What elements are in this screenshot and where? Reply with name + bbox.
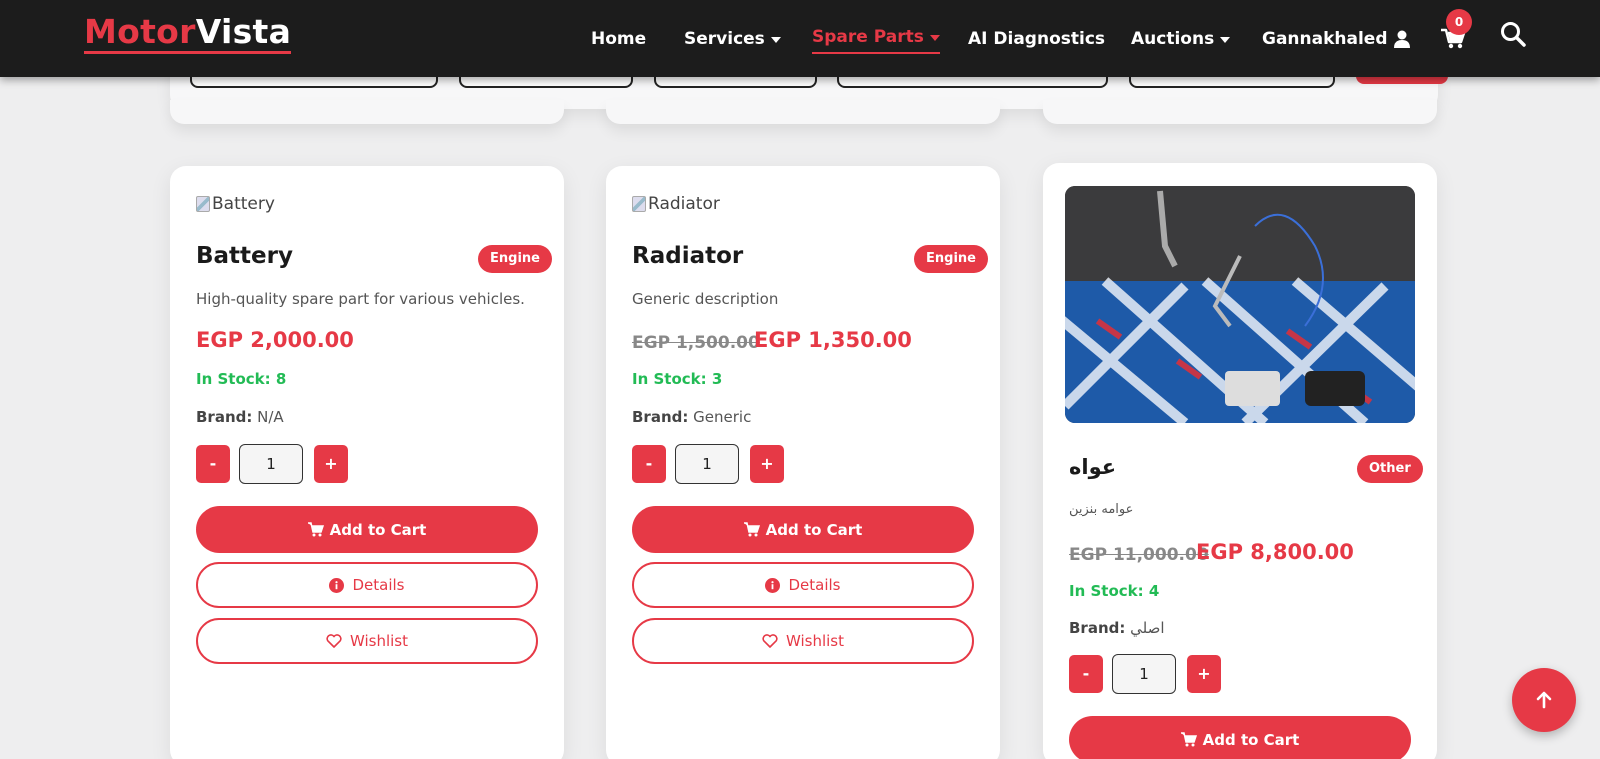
quantity-input[interactable] (1112, 654, 1176, 694)
site-logo[interactable]: MotorVista (84, 12, 292, 54)
product-image-alt: Radiator (648, 194, 720, 214)
top-navbar: MotorVista Home Services Spare Parts AI … (0, 0, 1600, 77)
original-price: EGP 1,500.00 (632, 333, 760, 353)
nav-spare-parts-label: Spare Parts (812, 27, 924, 47)
cart-count-badge: 0 (1446, 9, 1472, 35)
nav-ai-diagnostics-label: AI Diagnostics (968, 29, 1106, 49)
caret-down-icon (1220, 37, 1231, 43)
category-badge: Engine (914, 245, 988, 273)
nav-user[interactable]: Gannakhaled (1262, 24, 1410, 54)
quantity-input[interactable] (239, 444, 303, 484)
heart-icon (326, 634, 342, 648)
details-button[interactable]: Details (196, 562, 538, 608)
product-brand: Brand: اصلي (1069, 619, 1165, 637)
stock-status: In Stock: 8 (196, 370, 287, 388)
quantity-increase-button[interactable]: + (314, 445, 348, 483)
nav-ai-diagnostics[interactable]: AI Diagnostics (968, 24, 1105, 54)
add-to-cart-button[interactable]: Add to Cart (632, 506, 974, 553)
brand-label: Brand: (196, 408, 253, 426)
product-price: EGP 2,000.00 (196, 328, 354, 352)
nav-auctions-label: Auctions (1131, 29, 1215, 49)
product-image: Battery (196, 194, 275, 214)
wishlist-label: Wishlist (349, 632, 409, 650)
product-price: EGP 8,800.00 (1196, 540, 1354, 564)
wishlist-button[interactable]: Wishlist (196, 618, 538, 664)
nav-home-label: Home (591, 29, 647, 49)
add-to-cart-button[interactable]: Add to Cart (196, 506, 538, 553)
user-icon (1393, 30, 1410, 48)
details-label: Details (352, 576, 405, 594)
logo-part-motor: Motor (84, 12, 196, 51)
product-image-alt: Battery (212, 194, 275, 214)
add-to-cart-label: Add to Cart (329, 520, 427, 539)
product-brand: Brand: N/A (196, 408, 284, 426)
quantity-decrease-button[interactable]: - (1069, 655, 1103, 693)
shopping-cart-icon (743, 522, 760, 537)
broken-image-icon (196, 196, 210, 212)
caret-down-icon (929, 35, 940, 41)
search-icon[interactable] (1499, 20, 1527, 48)
quantity-increase-button[interactable]: + (750, 445, 784, 483)
product-name: Battery (196, 243, 293, 269)
nav-spare-parts[interactable]: Spare Parts (812, 24, 940, 54)
card-stub (606, 100, 1000, 124)
info-circle-icon (765, 577, 781, 593)
nav-auctions[interactable]: Auctions (1131, 24, 1231, 54)
brand-label: Brand: (632, 408, 689, 426)
product-image: Radiator (632, 194, 720, 214)
quantity-decrease-button[interactable]: - (632, 445, 666, 483)
arrow-up-icon (1536, 691, 1552, 709)
wishlist-label: Wishlist (785, 632, 845, 650)
card-stub (1043, 100, 1437, 124)
category-badge: Engine (478, 245, 552, 273)
shopping-cart-icon (1180, 732, 1197, 747)
product-name: عواه (1069, 455, 1117, 479)
brand-value: N/A (257, 408, 284, 426)
add-to-cart-button[interactable]: Add to Cart (1069, 716, 1411, 759)
nav-services-label: Services (684, 29, 765, 49)
product-brand: Brand: Generic (632, 408, 751, 426)
product-name: Radiator (632, 243, 744, 269)
info-circle-icon (329, 577, 345, 593)
add-to-cart-label: Add to Cart (1202, 730, 1300, 749)
scroll-to-top-button[interactable] (1512, 668, 1576, 732)
original-price: EGP 11,000.00 (1069, 545, 1209, 565)
card-stub (170, 100, 564, 124)
add-to-cart-label: Add to Cart (765, 520, 863, 539)
category-badge: Other (1357, 455, 1423, 483)
product-price: EGP 1,350.00 (754, 328, 912, 352)
shopping-cart-icon (307, 522, 324, 537)
logo-part-vista: Vista (195, 12, 292, 51)
product-description: Generic description (632, 290, 779, 308)
brand-value: Generic (693, 408, 752, 426)
caret-down-icon (770, 37, 781, 43)
details-label: Details (788, 576, 841, 594)
product-description: High-quality spare part for various vehi… (196, 290, 525, 308)
product-description: عوامه بنزين (1069, 502, 1134, 517)
user-name: Gannakhaled (1262, 29, 1388, 49)
heart-icon (762, 634, 778, 648)
wishlist-button[interactable]: Wishlist (632, 618, 974, 664)
quantity-input[interactable] (675, 444, 739, 484)
quantity-decrease-button[interactable]: - (196, 445, 230, 483)
brand-label: Brand: (1069, 619, 1126, 637)
broken-image-icon (632, 196, 646, 212)
nav-services[interactable]: Services (684, 24, 781, 54)
stock-status: In Stock: 3 (632, 370, 723, 388)
brand-value: اصلي (1130, 619, 1165, 637)
nav-home[interactable]: Home (591, 24, 646, 54)
details-button[interactable]: Details (632, 562, 974, 608)
product-photo (1065, 186, 1415, 423)
stock-status: In Stock: 4 (1069, 582, 1160, 600)
quantity-increase-button[interactable]: + (1187, 655, 1221, 693)
